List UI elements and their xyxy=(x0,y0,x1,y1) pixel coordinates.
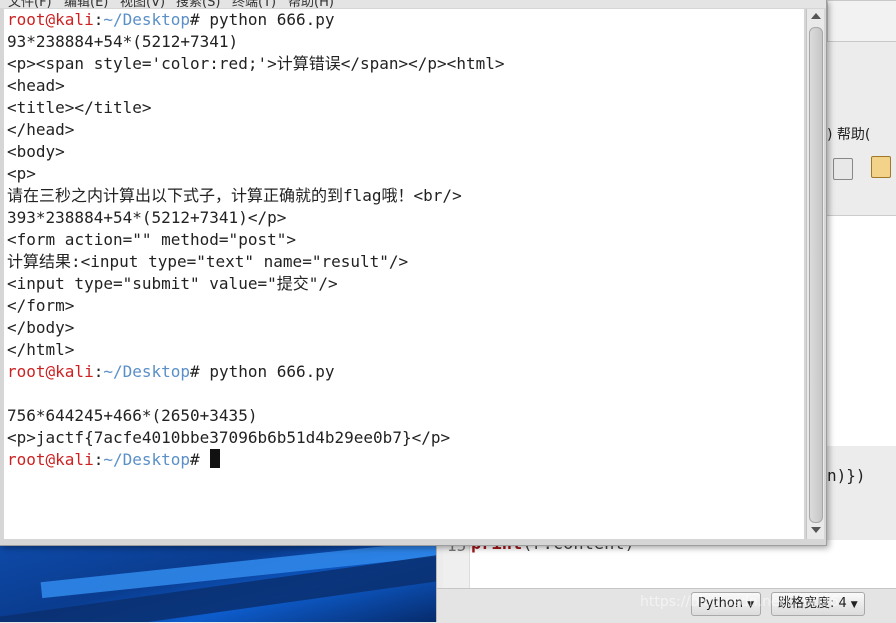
terminal-output-line: <p><span style='color:red;'>计算错误</span><… xyxy=(7,54,505,73)
terminal-prompt-line: root@kali:~/Desktop# python 666.py xyxy=(7,9,504,31)
terminal-output-line: <p>jactf{7acfe4010bbe37096b6b51d4b29ee0b… xyxy=(7,428,451,447)
wallpaper xyxy=(0,545,440,622)
prompt-path: ~/Desktop xyxy=(103,450,191,469)
terminal-output-line: <body> xyxy=(7,142,65,161)
terminal-window[interactable]: 文件(F) 编辑(E) 视图(V) 搜索(S) 终端(T) 帮助(H) root… xyxy=(0,0,827,546)
terminal-screen[interactable]: root@kali:~/Desktop# python 666.py 93*238… xyxy=(4,9,804,539)
terminal-output-line: <head> xyxy=(7,76,65,95)
menu-terminal[interactable]: 终端(T) xyxy=(232,0,276,8)
prompt-colon: : xyxy=(93,362,104,381)
terminal-output-line: <form action="" method="post"> xyxy=(7,230,296,249)
terminal-menubar: 文件(F) 编辑(E) 视图(V) 搜索(S) 终端(T) 帮助(H) xyxy=(0,0,826,8)
prompt-symbol: # xyxy=(190,450,200,469)
prompt-colon: : xyxy=(93,10,104,29)
watermark: https://blog.csdn.net/...0026 xyxy=(640,594,839,610)
prompt-command: python 666.py xyxy=(199,10,335,29)
prompt-user-host: root@kali xyxy=(7,10,94,29)
editor-toolbar xyxy=(827,152,896,186)
chevron-down-icon: ▼ xyxy=(850,600,858,610)
terminal-prompt-line: root@kali:~/Desktop# xyxy=(7,449,504,471)
menu-edit[interactable]: 编辑(E) xyxy=(64,0,108,8)
prompt-command: python 666.py xyxy=(199,362,335,381)
terminal-output-line: 计算结果:<input type="text" name="result"/> xyxy=(7,252,409,271)
terminal-output-line: <input type="submit" value="提交"/> xyxy=(7,274,338,293)
prompt-user-host: root@kali xyxy=(7,450,94,469)
terminal-output-line: <p> xyxy=(7,164,36,183)
editor-top-panel xyxy=(827,0,896,42)
editor-menu-help[interactable]: ) 帮助( xyxy=(827,124,870,144)
terminal-output-line: </head> xyxy=(7,120,75,139)
text-cursor[interactable] xyxy=(210,449,221,468)
prompt-symbol: # xyxy=(190,10,200,29)
terminal-output-line: </html> xyxy=(7,340,75,359)
prompt-path: ~/Desktop xyxy=(103,10,191,29)
terminal-output-line: <title></title> xyxy=(7,98,152,117)
terminal-output-line: 393*238884+54*(5212+7341)</p> xyxy=(7,208,287,227)
prompt-user-host: root@kali xyxy=(7,362,94,381)
menu-file[interactable]: 文件(F) xyxy=(8,0,52,8)
copy-icon[interactable] xyxy=(833,158,853,180)
terminal-output-line: 请在三秒之内计算出以下式子，计算正确就的到flag哦！<br/> xyxy=(7,186,462,205)
prompt-path: ~/Desktop xyxy=(103,362,191,381)
menu-search[interactable]: 搜索(S) xyxy=(176,0,220,8)
editor-document-area[interactable] xyxy=(827,215,896,446)
scrollbar-thumb[interactable] xyxy=(809,27,823,523)
terminal-output-line: 756*644245+466*(2650+3435) xyxy=(7,406,258,425)
terminal-prompt-line: root@kali:~/Desktop# python 666.py xyxy=(7,361,504,383)
menu-help[interactable]: 帮助(H) xyxy=(288,0,334,8)
scroll-down-icon[interactable] xyxy=(811,527,821,533)
prompt-symbol: # xyxy=(190,362,200,381)
prompt-command xyxy=(200,450,210,469)
paste-icon[interactable] xyxy=(871,156,891,178)
scroll-up-icon[interactable] xyxy=(811,13,821,19)
terminal-output-line: </body> xyxy=(7,318,75,337)
code-line-fragment: n)}) xyxy=(827,466,866,485)
prompt-colon: : xyxy=(93,450,104,469)
menu-view[interactable]: 视图(V) xyxy=(120,0,165,8)
terminal-output-line: </form> xyxy=(7,296,75,315)
terminal-output-line: 93*238884+54*(5212+7341) xyxy=(7,32,239,51)
terminal-output: root@kali:~/Desktop# python 666.py 93*238… xyxy=(7,9,504,471)
terminal-scrollbar[interactable] xyxy=(806,9,824,539)
